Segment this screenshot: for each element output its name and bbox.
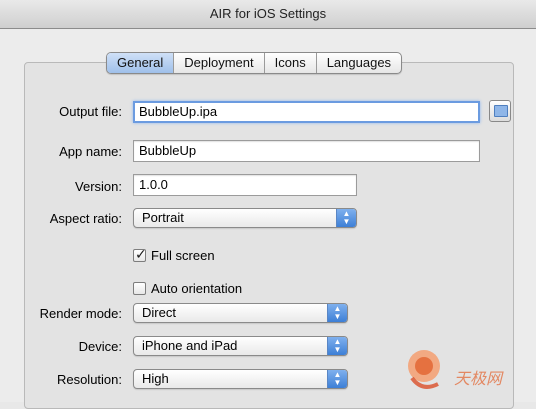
window-title: AIR for iOS Settings — [0, 0, 536, 29]
render-mode-label: Render mode: — [39, 306, 122, 321]
render-mode-value: Direct — [142, 305, 176, 320]
chevron-updown-icon: ▲ ▼ — [327, 337, 347, 355]
watermark-logo: 天极网 — [408, 350, 504, 389]
app-name-field[interactable]: BubbleUp — [133, 140, 480, 162]
device-label: Device: — [78, 339, 122, 354]
device-select[interactable]: iPhone and iPad ▲ ▼ — [133, 336, 348, 356]
chevron-updown-icon: ▲ ▼ — [327, 370, 347, 388]
browse-button[interactable] — [489, 100, 511, 122]
resolution-value: High — [142, 371, 169, 386]
render-mode-select[interactable]: Direct ▲ ▼ — [133, 303, 348, 323]
device-value: iPhone and iPad — [142, 338, 238, 353]
app-name-label: App name: — [59, 144, 122, 159]
tab-general[interactable]: General — [107, 53, 175, 73]
full-screen-checkbox[interactable]: ✓ — [133, 245, 147, 262]
tab-deployment[interactable]: Deployment — [174, 53, 265, 73]
watermark-text: 天极网 — [454, 369, 504, 388]
version-field[interactable]: 1.0.0 — [133, 174, 357, 196]
chevron-updown-icon: ▲ ▼ — [327, 304, 347, 322]
version-label: Version: — [75, 179, 122, 194]
aspect-ratio-label: Aspect ratio: — [49, 211, 122, 226]
resolution-label: Resolution: — [56, 372, 122, 387]
output-file-field[interactable]: BubbleUp.ipa — [133, 101, 480, 123]
aspect-ratio-select[interactable]: Portrait ▲ ▼ — [133, 208, 357, 228]
chevron-updown-icon: ▲ ▼ — [336, 209, 356, 227]
tab-languages[interactable]: Languages — [317, 53, 401, 73]
folder-icon — [494, 105, 508, 117]
auto-orientation-checkbox[interactable] — [133, 281, 146, 295]
full-screen-label: Full screen — [151, 247, 215, 263]
tab-icons[interactable]: Icons — [265, 53, 317, 73]
tab-bar: General Deployment Icons Languages — [106, 52, 403, 74]
full-screen-checkbox-row[interactable]: ✓ Full screen — [133, 246, 215, 264]
resolution-select[interactable]: High ▲ ▼ — [133, 369, 348, 389]
auto-orientation-label: Auto orientation — [151, 280, 243, 296]
checkmark-icon: ✓ — [135, 245, 147, 262]
output-file-label: Output file: — [59, 104, 122, 119]
aspect-ratio-value: Portrait — [142, 210, 184, 225]
auto-orientation-checkbox-row[interactable]: Auto orientation — [133, 279, 242, 297]
